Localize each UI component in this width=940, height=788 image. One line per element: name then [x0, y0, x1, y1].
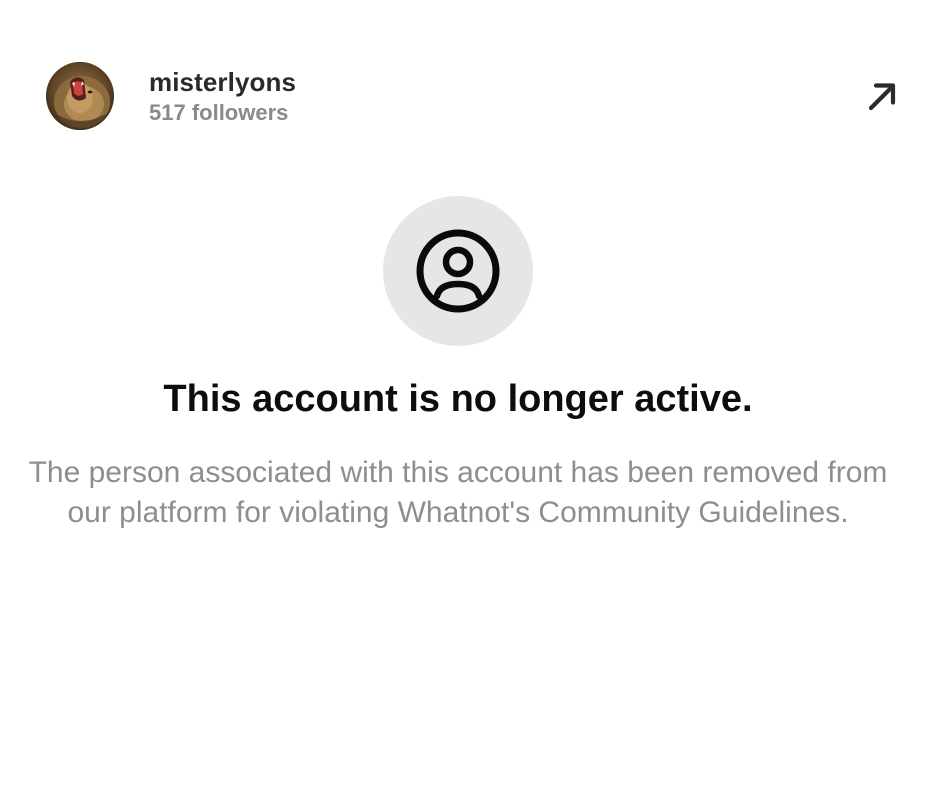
profile-placeholder — [383, 196, 533, 346]
user-circle-icon — [416, 229, 500, 313]
open-external-button[interactable] — [860, 76, 904, 116]
follower-count: 517 followers — [149, 100, 289, 125]
headline: This account is no longer active. — [163, 378, 753, 420]
lion-avatar — [46, 62, 114, 130]
username[interactable]: misterlyons — [149, 66, 296, 98]
arrow-up-right-icon — [868, 83, 896, 111]
profile-header: misterlyons 517 followers — [0, 0, 940, 140]
user-info: misterlyons 517 followers — [149, 66, 296, 127]
avatar[interactable] — [46, 62, 114, 130]
description: The person associated with this account … — [28, 456, 888, 529]
